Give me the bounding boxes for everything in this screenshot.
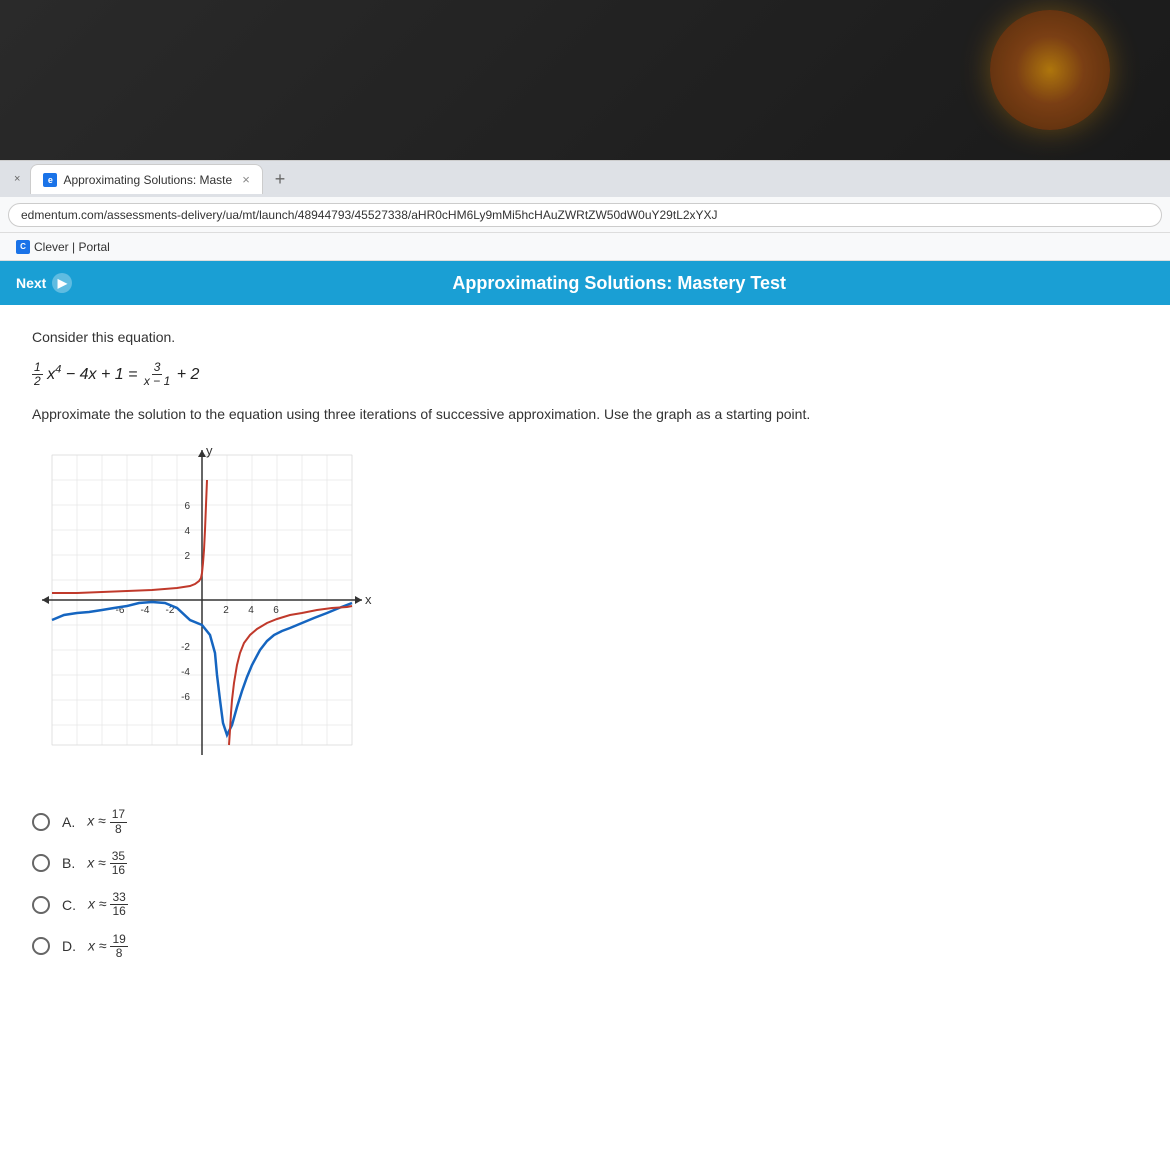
next-arrow-icon: ▶ xyxy=(52,273,72,293)
tab-close-button[interactable]: × xyxy=(242,172,250,187)
decoration-circle xyxy=(990,10,1110,130)
answer-choice-d[interactable]: D. x ≈ 19 8 xyxy=(32,933,1138,960)
graph-container: x y -6 -4 -2 2 4 6 6 4 2 -2 -4 -6 xyxy=(32,445,372,765)
tab-close-x[interactable]: × xyxy=(8,173,26,185)
main-content: Consider this equation. 1 2 x4 − 4x + 1 … xyxy=(0,305,1170,1171)
top-bar xyxy=(0,0,1170,160)
url-input[interactable]: edmentum.com/assessments-delivery/ua/mt/… xyxy=(8,203,1162,227)
question-intro: Consider this equation. xyxy=(32,329,1138,345)
new-tab-button[interactable]: + xyxy=(267,169,294,190)
next-label: Next xyxy=(16,275,46,291)
next-button[interactable]: Next ▶ xyxy=(16,273,72,293)
svg-text:-6: -6 xyxy=(181,692,190,703)
svg-text:x: x xyxy=(365,592,372,607)
active-tab[interactable]: e Approximating Solutions: Maste × xyxy=(30,164,262,194)
tab-bar: × e Approximating Solutions: Maste × + xyxy=(0,161,1170,197)
svg-text:y: y xyxy=(206,445,213,458)
choice-label-c: C. xyxy=(62,897,76,913)
page-title: Approximating Solutions: Mastery Test xyxy=(84,273,1154,294)
tab-label: Approximating Solutions: Maste xyxy=(63,173,232,187)
app-header: Next ▶ Approximating Solutions: Mastery … xyxy=(0,261,1170,305)
answer-choice-c[interactable]: C. x ≈ 33 16 xyxy=(32,891,1138,918)
address-bar: edmentum.com/assessments-delivery/ua/mt/… xyxy=(0,197,1170,233)
choice-label-a: A. xyxy=(62,814,75,830)
choice-value-b: x ≈ 35 16 xyxy=(87,850,127,877)
radio-d[interactable] xyxy=(32,937,50,955)
svg-text:4: 4 xyxy=(184,526,190,537)
browser-chrome: × e Approximating Solutions: Maste × + e… xyxy=(0,160,1170,261)
choice-value-c: x ≈ 33 16 xyxy=(88,891,128,918)
svg-text:2: 2 xyxy=(184,551,190,562)
svg-text:6: 6 xyxy=(184,501,190,512)
choice-value-a: x ≈ 17 8 xyxy=(87,808,127,835)
graph-svg: x y -6 -4 -2 2 4 6 6 4 2 -2 -4 -6 xyxy=(32,445,372,765)
svg-text:2: 2 xyxy=(223,605,229,616)
choice-label-d: D. xyxy=(62,938,76,954)
svg-text:-4: -4 xyxy=(181,667,190,678)
equation: 1 2 x4 − 4x + 1 = 3 x − 1 + 2 xyxy=(32,361,1138,388)
instruction-text: Approximate the solution to the equation… xyxy=(32,404,1138,425)
choice-value-d: x ≈ 19 8 xyxy=(88,933,128,960)
bookmarks-bar: C Clever | Portal xyxy=(0,233,1170,261)
svg-text:-4: -4 xyxy=(141,605,150,616)
answer-choices: A. x ≈ 17 8 B. x ≈ 35 16 xyxy=(32,808,1138,960)
choice-label-b: B. xyxy=(62,855,75,871)
bookmark-clever[interactable]: C Clever | Portal xyxy=(8,238,118,256)
radio-a[interactable] xyxy=(32,813,50,831)
svg-text:-2: -2 xyxy=(181,642,190,653)
answer-choice-a[interactable]: A. x ≈ 17 8 xyxy=(32,808,1138,835)
svg-text:6: 6 xyxy=(273,605,279,616)
tab-favicon: e xyxy=(43,173,57,187)
svg-text:4: 4 xyxy=(248,605,254,616)
radio-b[interactable] xyxy=(32,854,50,872)
bookmark-label: Clever | Portal xyxy=(34,240,110,254)
answer-choice-b[interactable]: B. x ≈ 35 16 xyxy=(32,850,1138,877)
radio-c[interactable] xyxy=(32,896,50,914)
clever-favicon: C xyxy=(16,240,30,254)
